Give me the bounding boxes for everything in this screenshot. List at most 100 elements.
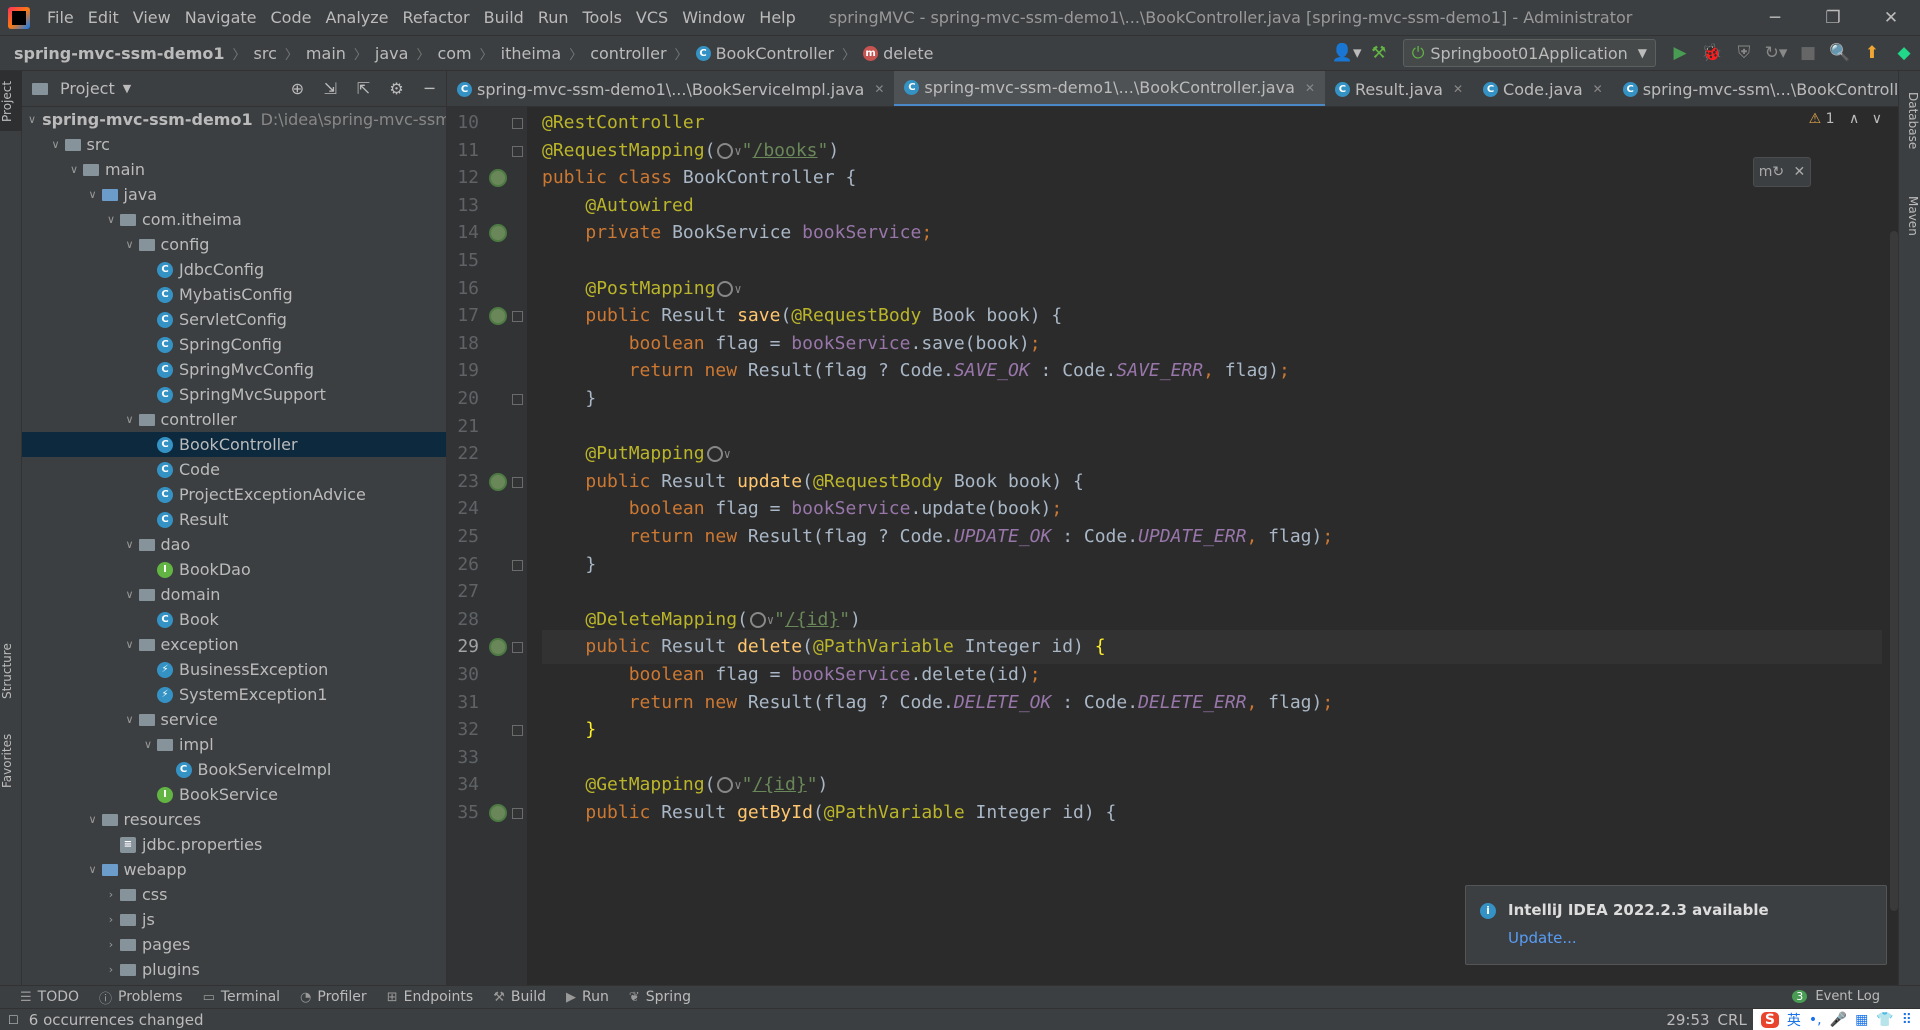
menu-window[interactable]: Window xyxy=(675,0,752,35)
fold-marker-icon[interactable] xyxy=(512,145,523,157)
favorites-tool-tab[interactable]: Favorites xyxy=(0,721,22,801)
breadcrumb-item[interactable]: src xyxy=(250,44,281,63)
breadcrumb-item[interactable]: C BookController xyxy=(692,44,839,63)
spring-bean-icon[interactable] xyxy=(489,472,507,491)
menu-navigate[interactable]: Navigate xyxy=(178,0,264,35)
chevron-down-icon[interactable]: ∨ xyxy=(1872,111,1882,127)
menu-vcs[interactable]: VCS xyxy=(629,0,675,35)
menu-refactor[interactable]: Refactor xyxy=(396,0,477,35)
tree-item[interactable]: C SpringMvcSupport xyxy=(22,382,446,407)
menu-file[interactable]: File xyxy=(40,0,81,35)
chevron-right-icon[interactable]: › xyxy=(102,938,120,951)
restore-button[interactable]: ❐ xyxy=(1804,8,1862,28)
code-area[interactable]: @RestController @RequestMapping(∨"/books"… xyxy=(542,107,1882,985)
menu-analyze[interactable]: Analyze xyxy=(318,0,395,35)
tree-item[interactable]: › plugins xyxy=(22,957,446,982)
tree-item[interactable]: C ServletConfig xyxy=(22,307,446,332)
chevron-down-icon[interactable]: ∨ xyxy=(121,538,139,551)
ime-button[interactable]: 🎤 xyxy=(1830,1012,1847,1028)
tree-item[interactable]: ∨ com.itheima xyxy=(22,207,446,232)
code-line[interactable]: public Result getById(@PathVariable Inte… xyxy=(542,796,1882,830)
menu-view[interactable]: View xyxy=(126,0,178,35)
stop-icon[interactable]: ■ xyxy=(1792,39,1824,67)
status-toggle-icon[interactable]: ☐ xyxy=(8,1013,19,1027)
line-separator[interactable]: CRL xyxy=(1718,1011,1747,1029)
tool-tab-problems[interactable]: ⓘ Problems xyxy=(99,988,183,1007)
breadcrumb-item[interactable]: main xyxy=(302,44,350,63)
menu-help[interactable]: Help xyxy=(752,0,802,35)
tree-item[interactable]: C Book xyxy=(22,607,446,632)
editor-tab[interactable]: Cspring-mvc-ssm-demo1\...\BookController… xyxy=(894,71,1325,106)
user-icon[interactable]: 👤▾ xyxy=(1331,39,1363,67)
tree-item[interactable]: ∨ service xyxy=(22,707,446,732)
ime-button[interactable]: 英 xyxy=(1787,1010,1801,1030)
tree-item[interactable]: ⚡ SystemException1 xyxy=(22,682,446,707)
fold-marker-icon[interactable] xyxy=(512,118,523,129)
close-icon[interactable]: ✕ xyxy=(1794,164,1806,180)
close-window-button[interactable]: ✕ xyxy=(1862,8,1920,28)
chevron-up-icon[interactable]: ∧ xyxy=(1849,111,1859,127)
tool-tab-todo[interactable]: ☰ TODO xyxy=(20,989,79,1005)
project-tool-tab[interactable]: Project xyxy=(0,71,22,131)
tree-item[interactable]: ∨ impl xyxy=(22,732,446,757)
minimize-button[interactable]: ─ xyxy=(1746,8,1804,28)
locate-file-icon[interactable]: ⊕ xyxy=(281,79,314,98)
chevron-down-icon[interactable]: ∨ xyxy=(139,738,157,751)
tree-item[interactable]: C SpringMvcConfig xyxy=(22,357,446,382)
fold-marker-icon[interactable] xyxy=(512,808,523,819)
tree-item[interactable]: C BookController xyxy=(22,432,446,457)
caret-position[interactable]: 29:53 xyxy=(1666,1011,1709,1029)
tool-tab-terminal[interactable]: ▭ Terminal xyxy=(203,989,280,1005)
vertical-scrollbar[interactable] xyxy=(1890,231,1898,911)
tool-tab-build[interactable]: ⚒ Build xyxy=(493,989,546,1005)
tree-item[interactable]: › css xyxy=(22,882,446,907)
tree-item[interactable]: ⚡ BusinessException xyxy=(22,657,446,682)
tree-item[interactable]: ∨ resources xyxy=(22,807,446,832)
breadcrumb-item[interactable]: m delete xyxy=(859,44,937,63)
menu-edit[interactable]: Edit xyxy=(81,0,126,35)
tree-item[interactable]: ∨ webapp xyxy=(22,857,446,882)
chevron-down-icon[interactable]: ∨ xyxy=(28,113,36,126)
tool-tab-spring[interactable]: ❦ Spring xyxy=(629,989,691,1005)
update-icon[interactable]: ⬆ xyxy=(1856,39,1888,67)
close-tab-icon[interactable]: ✕ xyxy=(1453,82,1463,96)
jetbrains-toolbox-icon[interactable]: ◆ xyxy=(1888,39,1920,67)
editor-tab[interactable]: C Code.java ✕ xyxy=(1473,71,1613,106)
breadcrumb-item[interactable]: controller xyxy=(586,44,670,63)
breadcrumb-item[interactable]: spring-mvc-ssm-demo1 xyxy=(0,44,229,63)
profile-icon[interactable]: ↻▾ xyxy=(1760,39,1792,67)
editor-tab[interactable]: Cspring-mvc-ssm-demo1\...\BookServiceImp… xyxy=(447,71,894,106)
chevron-down-icon[interactable]: ∨ xyxy=(84,813,102,826)
build-hammer-icon[interactable]: ⚒ xyxy=(1363,39,1395,67)
menu-code[interactable]: Code xyxy=(264,0,319,35)
spring-bean-icon[interactable] xyxy=(489,307,507,326)
warning-indicator[interactable]: ⚠ 1 ∧ ∨ xyxy=(1809,111,1882,127)
ime-button[interactable]: •, xyxy=(1809,1012,1822,1028)
chevron-right-icon[interactable]: › xyxy=(102,888,120,901)
chevron-down-icon[interactable]: ∨ xyxy=(121,588,139,601)
chevron-down-icon[interactable]: ∨ xyxy=(102,213,120,226)
tree-item[interactable]: ∨ controller xyxy=(22,407,446,432)
maven-reload-icon[interactable]: m↻ xyxy=(1759,164,1784,180)
gear-icon[interactable]: ⚙ xyxy=(380,79,413,98)
menu-run[interactable]: Run xyxy=(531,0,576,35)
tool-tab-endpoints[interactable]: ⊞ Endpoints xyxy=(387,989,474,1005)
run-icon[interactable]: ▶ xyxy=(1664,39,1696,67)
tree-item[interactable]: ∨ config xyxy=(22,232,446,257)
close-tab-icon[interactable]: ✕ xyxy=(1305,81,1315,95)
tree-item[interactable]: ∨ dao xyxy=(22,532,446,557)
tree-item[interactable]: ∨ main xyxy=(22,157,446,182)
close-tab-icon[interactable]: ✕ xyxy=(874,82,884,96)
tree-item[interactable]: C Code xyxy=(22,457,446,482)
chevron-down-icon[interactable]: ∨ xyxy=(121,413,139,426)
chevron-down-icon[interactable]: ∨ xyxy=(84,188,102,201)
fold-marker-icon[interactable] xyxy=(512,642,523,654)
coverage-icon[interactable]: ⛨ xyxy=(1728,39,1760,67)
tree-item[interactable]: C SpringConfig xyxy=(22,332,446,357)
project-panel-title[interactable]: Project xyxy=(60,79,115,98)
chevron-down-icon[interactable]: ∨ xyxy=(121,713,139,726)
fold-marker-icon[interactable] xyxy=(512,311,523,323)
tree-item[interactable]: I BookService xyxy=(22,782,446,807)
editor-tab[interactable]: C Result.java ✕ xyxy=(1325,71,1473,106)
ime-button[interactable]: ⠿ xyxy=(1902,1012,1912,1028)
